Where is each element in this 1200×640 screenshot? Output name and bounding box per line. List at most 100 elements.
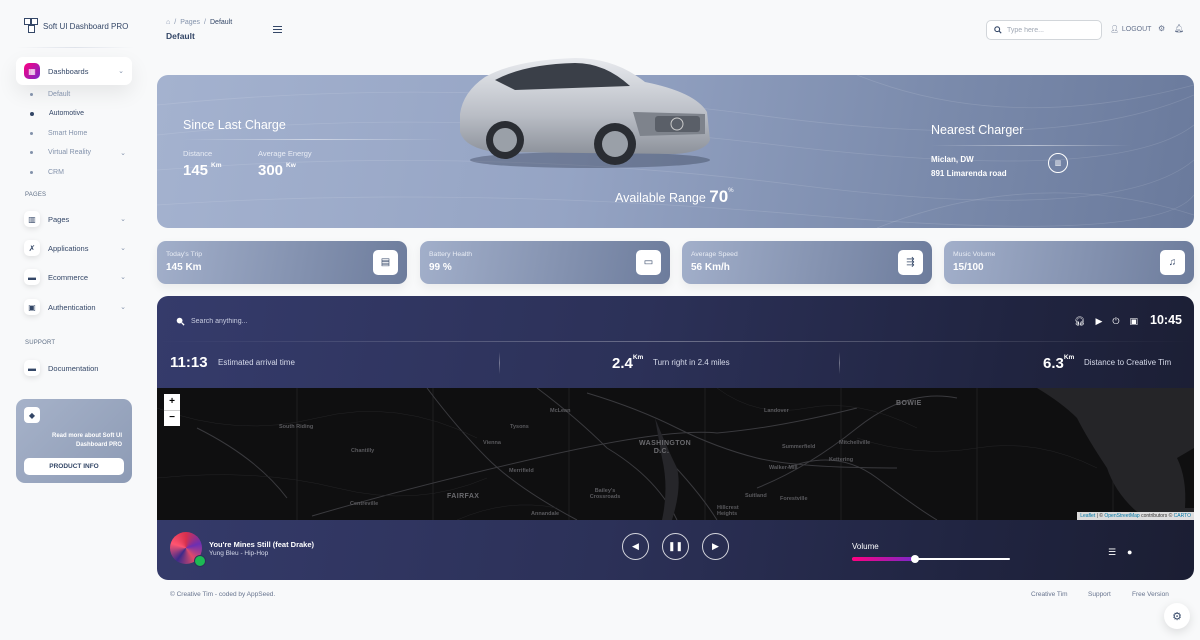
stat-label: Average Speed (691, 251, 738, 258)
charger-address: 891 Limarenda road (931, 169, 1007, 178)
configurator-button[interactable]: ⚙ (1164, 603, 1190, 629)
chevron-down-icon: ⌄ (120, 216, 126, 223)
headphones-icon[interactable]: 🎧︎ (1074, 316, 1085, 327)
map-label: Merrifield (509, 468, 534, 474)
control-icons: 🎧︎ ▶ ⏻ ▣ (1074, 316, 1138, 327)
stat-label: Today's Trip (166, 251, 203, 258)
hamburger-menu-icon[interactable] (273, 26, 282, 33)
map-label: Tysons (510, 424, 529, 430)
sidebar-item-documentation[interactable]: ▬ Documentation (24, 360, 128, 376)
navigation-card: 🎧︎ ▶ ⏻ ▣ 10:45 11:13 Estimated arrival t… (157, 296, 1194, 580)
sidebar-subitem-smart-home[interactable]: Smart Home (30, 130, 87, 137)
sidebar-item-pages[interactable]: ▥ Pages ⌄ (24, 211, 128, 227)
available-range: Available Range 70% (615, 187, 734, 206)
stat-value: 56 Km/h (691, 262, 730, 273)
map-icon: ▥ (1054, 160, 1062, 167)
sidebar-subitem-label: Virtual Reality (48, 149, 92, 156)
stat-card-todays-trip: Today's Trip 145 Km ▤ (157, 241, 407, 284)
leaflet-link[interactable]: Leaflet (1080, 513, 1095, 519)
zoom-in-button[interactable]: + (164, 394, 180, 410)
map-label: Kettering (829, 457, 854, 463)
logout-label: LOGOUT (1121, 25, 1152, 33)
divider (931, 145, 1131, 146)
next-button[interactable]: ▶ (702, 533, 729, 560)
stat-value: 99 % (429, 262, 452, 273)
carto-link[interactable]: CARTO (1174, 513, 1191, 519)
playlist-icon[interactable]: ☰ (1108, 547, 1116, 558)
nav-search-input[interactable] (191, 318, 341, 325)
sidebar-subitem-label: Smart Home (48, 130, 88, 137)
bell-icon[interactable]: 🔔︎ (1174, 24, 1184, 33)
map-icon: ▤ (373, 250, 398, 275)
footer-link-free-version[interactable]: Free Version (1132, 591, 1169, 598)
product-info-button[interactable]: PRODUCT INFO (24, 458, 124, 475)
sidebar-subitem-default[interactable]: Default (30, 91, 70, 98)
play-icon[interactable]: ▶ (1095, 316, 1102, 327)
destination-label: Distance to Creative Tim (1084, 358, 1172, 367)
average-energy-label: Average Energy (258, 149, 312, 158)
map-button[interactable]: ▥ (1048, 153, 1068, 173)
nav-search-field[interactable] (176, 317, 341, 326)
turn-distance: 2.4Km (612, 354, 644, 372)
bullet-icon (30, 171, 33, 174)
average-energy-value: 300 Kw (258, 162, 296, 179)
tools-icon: ✗ (24, 240, 40, 256)
spotify-icon (194, 555, 206, 567)
spaceship-icon: ▬ (24, 360, 40, 376)
sidebar-item-label: Pages (48, 214, 70, 224)
gear-icon[interactable]: ⚙ (1158, 24, 1165, 33)
sidebar-subitem-virtual-reality[interactable]: Virtual Reality ⌄ (30, 149, 126, 157)
distance-label: Distance (183, 149, 213, 158)
breadcrumb: ⌂ / Pages / Default (166, 19, 233, 26)
sidebar-item-authentication[interactable]: ▣ Authentication ⌄ (24, 299, 128, 315)
stat-label: Music Volume (953, 251, 996, 258)
power-icon[interactable]: ⏻ (1112, 316, 1119, 327)
stat-card-music-volume: Music Volume 15/100 ♫ (944, 241, 1194, 284)
map-zoom-control: + − (164, 394, 180, 426)
breadcrumb-item[interactable]: Pages (180, 19, 200, 26)
volume-thumb[interactable] (911, 555, 920, 563)
map[interactable]: South Riding Chantilly Centreville Tyson… (157, 388, 1194, 520)
pause-icon: ❚❚ (667, 541, 684, 551)
since-last-charge-title: Since Last Charge (183, 118, 286, 132)
map-attribution: Leaflet | © OpenStreetMap contributors ©… (1077, 512, 1194, 520)
diamond-icon: ◆ (24, 407, 40, 423)
map-label: Summerfield (782, 444, 816, 450)
search-input[interactable] (1007, 26, 1095, 34)
osm-link[interactable]: OpenStreetMap (1104, 513, 1139, 519)
clock: 10:45 (1150, 313, 1182, 327)
map-label: Walker Mill (769, 465, 798, 471)
user-icon: 👤︎ (1110, 26, 1119, 33)
gear-icon: ⚙ (1172, 610, 1182, 623)
chat-bubble-icon[interactable]: ● (1127, 547, 1132, 557)
tablet-icon[interactable]: ▣ (1129, 316, 1138, 327)
promo-card: ◆ Read more about Soft UI Dashboard PRO … (16, 399, 132, 483)
sidebar-subitem-crm[interactable]: CRM (30, 169, 64, 176)
sidebar-item-ecommerce[interactable]: ▬ Ecommerce ⌄ (24, 269, 128, 285)
search-field[interactable] (986, 20, 1102, 40)
bullet-icon (30, 132, 33, 135)
previous-button[interactable]: ◀ (622, 533, 649, 560)
track-title: You're Mines Still (feat Drake) (209, 540, 315, 549)
section-title-support: SUPPORT (25, 340, 56, 346)
basket-icon: ▬ (24, 269, 40, 285)
map-label: Vienna (483, 440, 501, 446)
zoom-out-button[interactable]: − (164, 409, 180, 426)
home-icon[interactable]: ⌂ (166, 19, 170, 26)
logout-button[interactable]: 👤︎ LOGOUT (1110, 25, 1152, 34)
footer-link-creative-tim[interactable]: Creative Tim (1031, 591, 1067, 598)
stat-card-average-speed: Average Speed 56 Km/h ⇶ (682, 241, 932, 284)
sidebar-subitem-automotive[interactable]: Automotive (30, 110, 84, 117)
car-image (460, 58, 710, 168)
sidebar-item-label: Dashboards (48, 66, 89, 76)
chevron-down-icon: ⌄ (120, 274, 126, 281)
bullet-icon (30, 93, 33, 96)
footer-link-support[interactable]: Support (1088, 591, 1111, 598)
pause-button[interactable]: ❚❚ (662, 533, 689, 560)
sidebar-item-dashboards[interactable]: ▦ Dashboards ⌄ (16, 57, 132, 85)
brand[interactable]: Soft UI Dashboard PRO (24, 18, 128, 34)
sidebar-item-label: Applications (48, 243, 89, 253)
divider (839, 352, 840, 374)
volume-slider[interactable] (852, 555, 1010, 563)
sidebar-item-applications[interactable]: ✗ Applications ⌄ (24, 240, 128, 256)
